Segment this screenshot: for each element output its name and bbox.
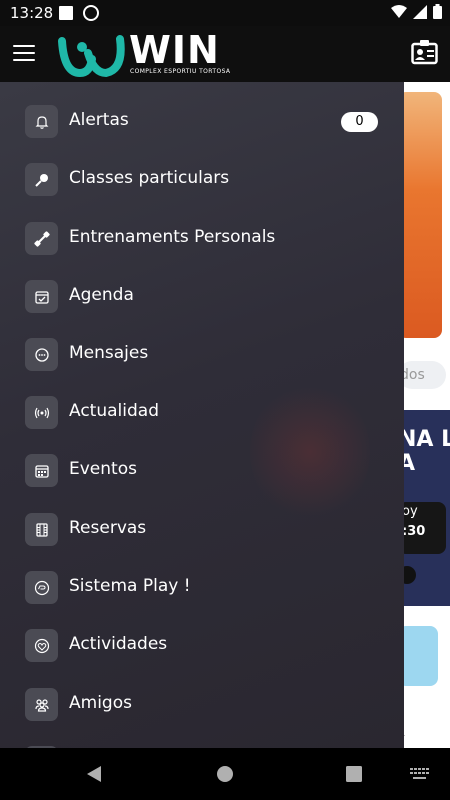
drawer-item-label: Mensajes [69,343,149,363]
calendar-check-icon [25,280,58,313]
friends-icon [25,688,58,721]
drawer-item-label: Actividades [69,634,168,654]
drawer-item-actividades[interactable]: Actividades [0,629,404,687]
alerts-count-badge: 0 [341,112,378,132]
broadcast-icon [25,396,58,429]
notification-square-icon [59,6,73,20]
logo-subtitle: COMPLEX ESPORTIU TORTOSA [130,68,231,75]
drawer-item-label: Classes particulars [69,168,230,188]
background-time-pill: oy :30 [398,502,446,554]
drawer-item-label: Eventos [69,459,137,479]
drawer-item-sistema-play[interactable]: Sistema Play ! [0,571,404,629]
background-card [398,626,438,686]
chat-icon [25,338,58,371]
app-bar: WIN COMPLEX ESPORTIU TORTOSA [0,26,450,82]
wifi-icon [391,4,407,18]
battery-icon [433,4,442,19]
recents-icon[interactable] [346,766,362,782]
logo-word: WIN [129,28,220,72]
racket-icon [25,163,58,196]
hamburger-menu-icon[interactable] [13,45,35,61]
play-badge-icon [25,571,58,604]
drawer-item-entrenaments-personals[interactable]: Entrenaments Personals [0,222,404,280]
drawer-item-reservas[interactable]: Reservas [0,513,404,571]
drawer-item-amigos[interactable]: Amigos [0,688,404,746]
drawer-item-label: Actualidad [69,401,159,421]
drawer-item-mensajes[interactable]: Mensajes [0,338,404,396]
keyboard-icon[interactable] [410,768,430,781]
heart-icon [25,629,58,662]
bell-icon [25,105,58,138]
status-bar: 13:28 [0,0,450,26]
drawer-item-agenda[interactable]: Agenda [0,280,404,338]
background-pill-line2: :30 [402,524,426,539]
film-icon [25,513,58,546]
drawer-item-eventos[interactable]: Eventos [0,454,404,512]
system-navigation-bar [0,748,450,800]
drawer-item-label: Agenda [69,285,134,305]
drawer-item-label: Amigos [69,693,132,713]
home-icon[interactable] [216,765,234,783]
background-pill-line1: oy [402,504,418,519]
background-banner-text: NA L A [398,427,450,476]
logo-mark-icon [58,35,125,78]
drawer-item-label: Alertas [69,110,129,130]
signal-icon [413,4,427,19]
background-image-card [398,92,442,338]
background-chip: dos [398,361,446,389]
drawer-item-actualidad[interactable]: Actualidad [0,396,404,454]
drawer-item-label: Reservas [69,518,147,538]
notification-at-icon [83,5,99,21]
drawer-item-label: Entrenaments Personals [69,227,276,247]
dumbbell-icon [25,222,58,255]
id-card-icon[interactable] [411,40,438,65]
calendar-grid-icon [25,454,58,487]
navigation-drawer: Alertas 0 Classes particulars Entrenamen… [0,82,404,748]
drawer-item-label: Sistema Play ! [69,576,191,596]
drawer-item-alertas[interactable]: Alertas 0 [0,105,404,163]
status-time: 13:28 [10,4,54,22]
drawer-item-classes-particulars[interactable]: Classes particulars [0,163,404,221]
back-icon[interactable] [86,765,102,783]
win-logo: WIN COMPLEX ESPORTIU TORTOSA [58,28,238,78]
status-icons [391,4,442,19]
